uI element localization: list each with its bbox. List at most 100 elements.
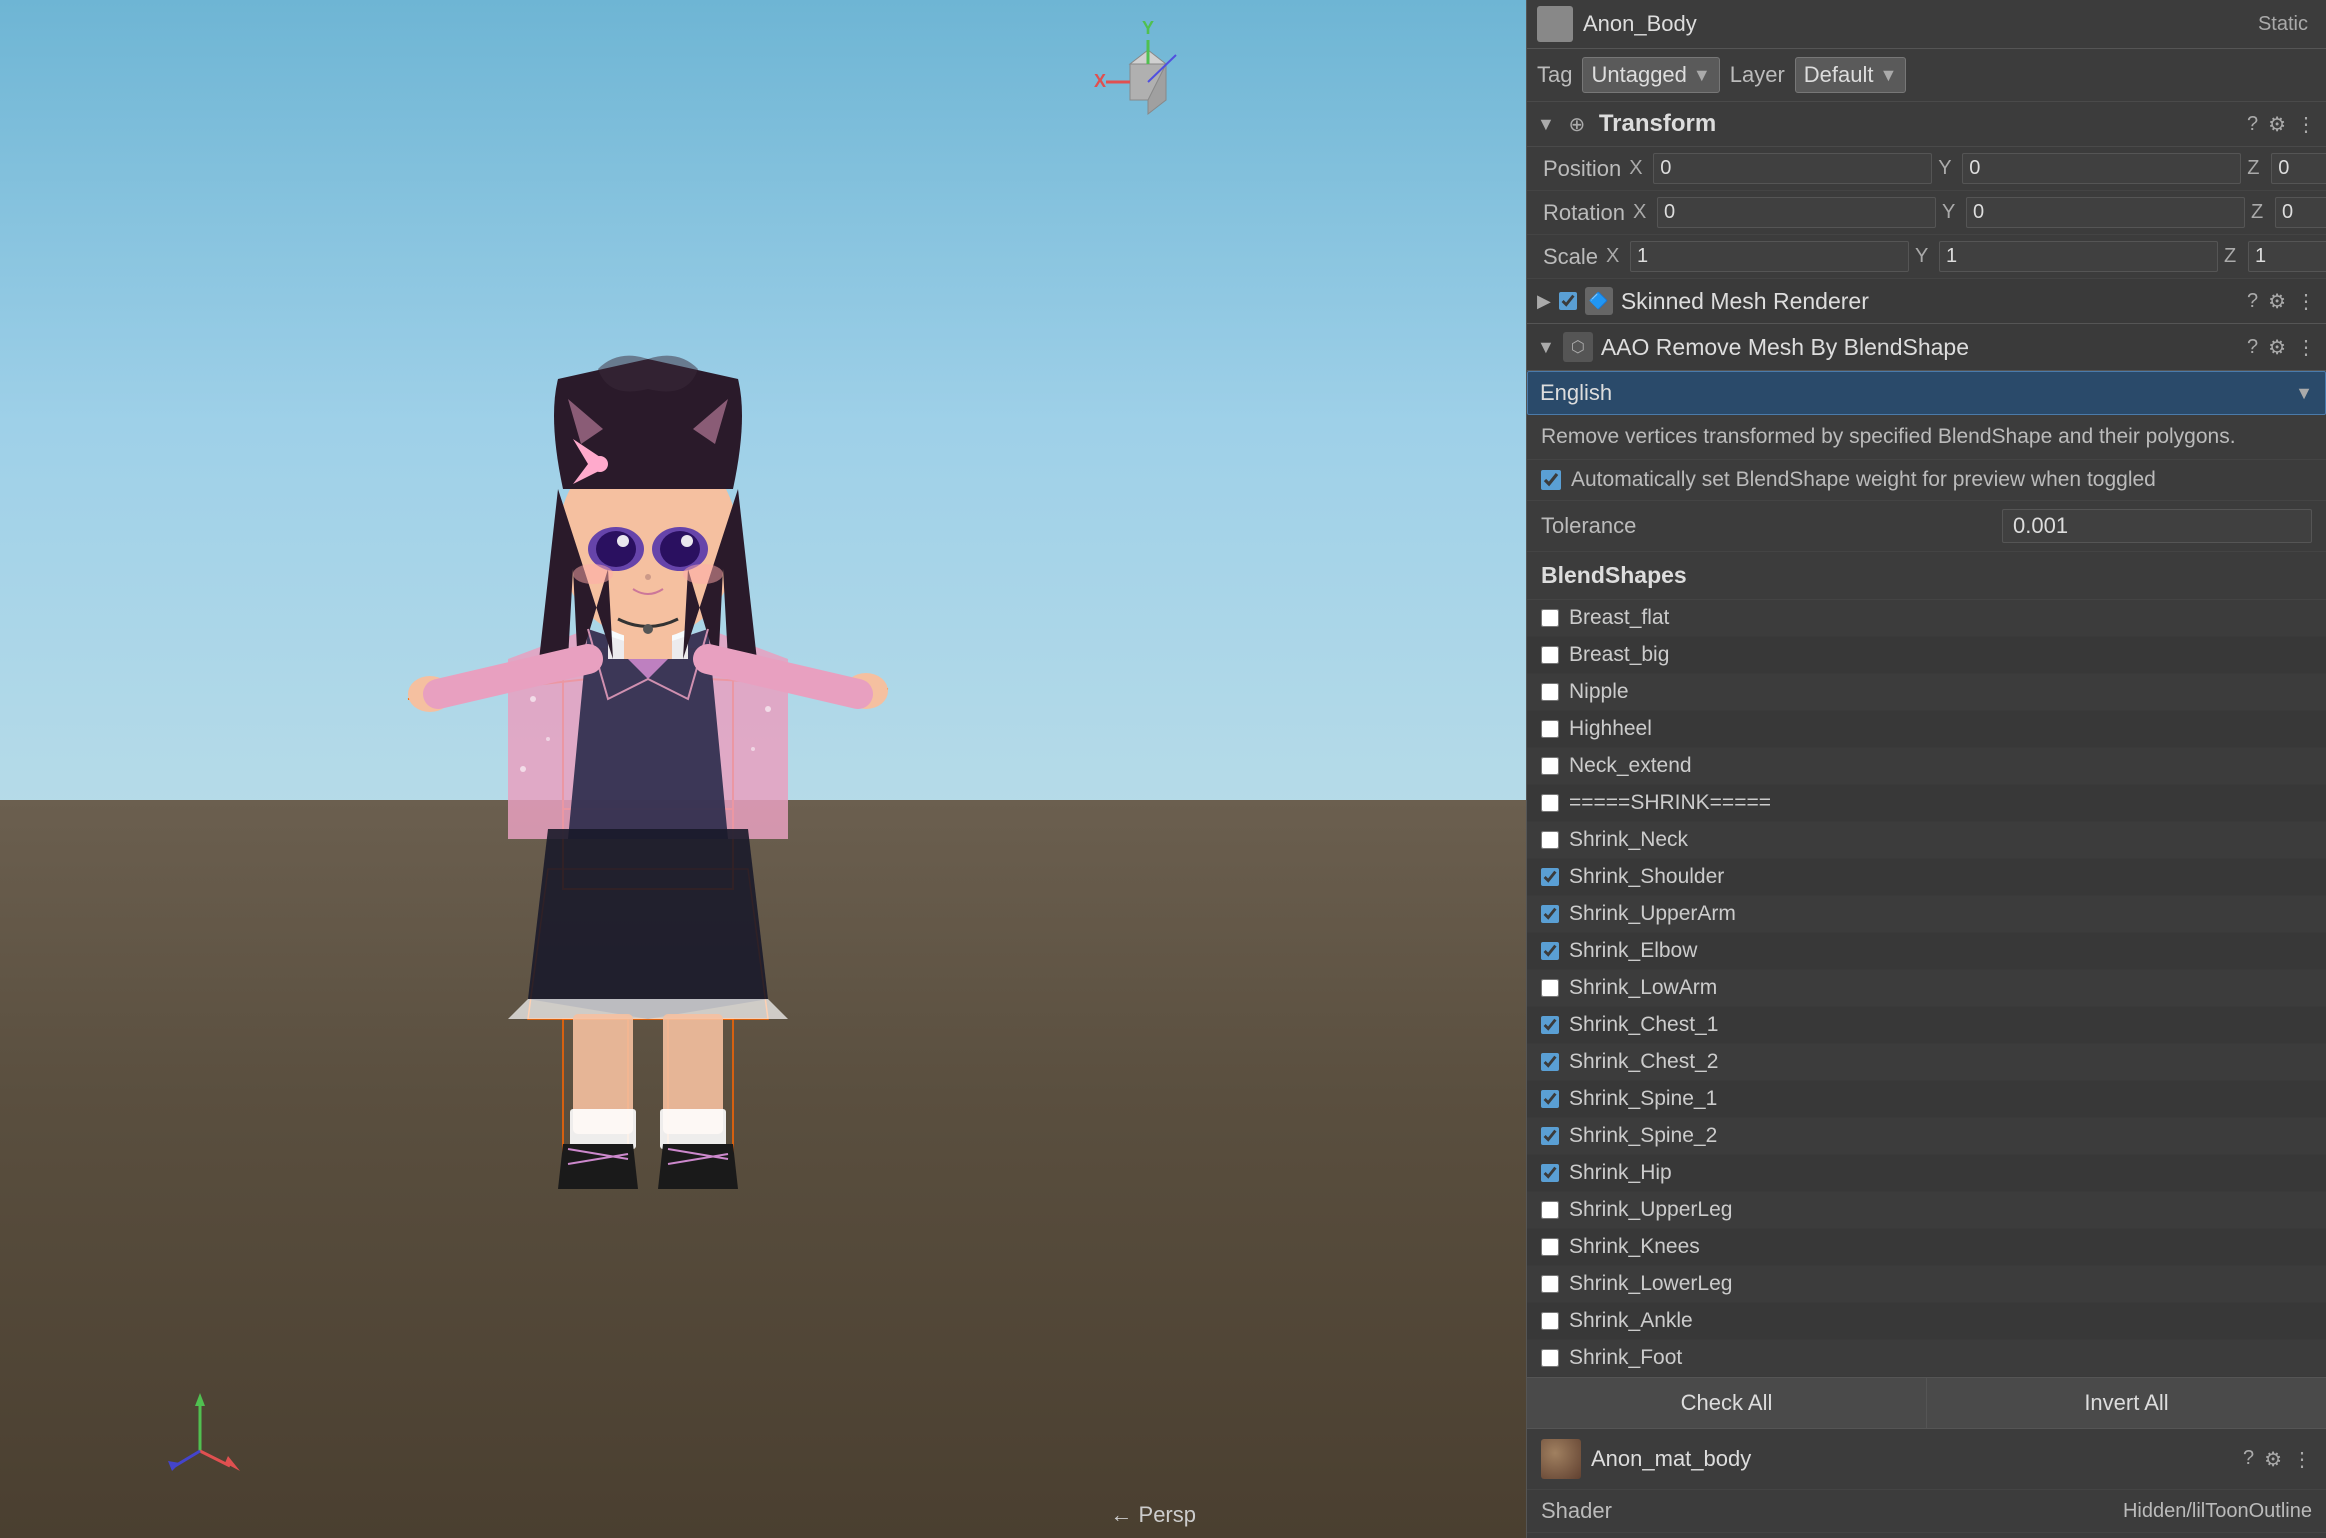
blendshape-checkbox-7[interactable] (1541, 868, 1559, 886)
gizmo[interactable]: X Y (1086, 20, 1206, 140)
blendshape-checkbox-1[interactable] (1541, 646, 1559, 664)
list-item: Shrink_UpperLeg (1527, 1192, 2326, 1229)
blendshape-checkbox-16[interactable] (1541, 1201, 1559, 1219)
language-dropdown-arrow: ▼ (2295, 383, 2313, 404)
list-item: Shrink_LowerLeg (1527, 1266, 2326, 1303)
list-item: Breast_flat (1527, 600, 2326, 637)
blendshape-checkbox-20[interactable] (1541, 1349, 1559, 1367)
list-item: Shrink_Hip (1527, 1155, 2326, 1192)
transform-settings-icon[interactable]: ⚙ (2268, 112, 2286, 137)
aao-arrow: ▼ (1537, 337, 1555, 358)
scale-row: Scale X Y Z (1527, 235, 2326, 279)
transform-menu-icon[interactable]: ⋮ (2296, 112, 2316, 137)
position-x-field: X (1629, 153, 1932, 184)
blendshape-checkbox-0[interactable] (1541, 609, 1559, 627)
list-item: Neck_extend (1527, 748, 2326, 785)
blendshape-label-11: Shrink_Chest_1 (1569, 1013, 1718, 1037)
rotation-y-field: Y (1942, 197, 2245, 228)
blendshape-checkbox-18[interactable] (1541, 1275, 1559, 1293)
transform-help-icon[interactable]: ? (2247, 113, 2258, 136)
blendshape-checkbox-5[interactable] (1541, 794, 1559, 812)
blendshape-label-10: Shrink_LowArm (1569, 976, 1717, 1000)
aao-menu-icon[interactable]: ⋮ (2296, 335, 2316, 360)
aao-settings-icon[interactable]: ⚙ (2268, 335, 2286, 360)
blendshape-checkbox-14[interactable] (1541, 1127, 1559, 1145)
action-buttons: Check All Invert All (1527, 1377, 2326, 1429)
blendshape-checkbox-6[interactable] (1541, 831, 1559, 849)
list-item: Highheel (1527, 711, 2326, 748)
material-menu-icon[interactable]: ⋮ (2292, 1447, 2312, 1472)
skinned-mesh-help-icon[interactable]: ? (2247, 290, 2258, 313)
blendshape-checkbox-13[interactable] (1541, 1090, 1559, 1108)
blendshape-checkbox-15[interactable] (1541, 1164, 1559, 1182)
rotation-x-input[interactable] (1657, 197, 1936, 228)
position-row: Position X Y Z (1527, 147, 2326, 191)
aao-help-icon[interactable]: ? (2247, 336, 2258, 359)
shader-value: Hidden/lilToonOutline (2123, 1500, 2312, 1523)
blendshape-label-4: Neck_extend (1569, 754, 1692, 778)
blendshapes-header: BlendShapes (1527, 552, 2326, 600)
rotation-row: Rotation X Y Z (1527, 191, 2326, 235)
scale-y-input[interactable] (1939, 241, 2218, 272)
list-item: Shrink_UpperArm (1527, 896, 2326, 933)
aao-header[interactable]: ▼ ⬡ AAO Remove Mesh By BlendShape ? ⚙ ⋮ (1527, 324, 2326, 371)
transform-section-header[interactable]: ▼ ⊕ Transform ? ⚙ ⋮ (1527, 102, 2326, 147)
auto-blend-checkbox[interactable] (1541, 470, 1561, 490)
tolerance-input[interactable] (2002, 509, 2312, 543)
skinned-mesh-header[interactable]: ▶ 🔷 Skinned Mesh Renderer ? ⚙ ⋮ (1527, 279, 2326, 324)
layer-dropdown[interactable]: Default ▼ (1795, 57, 1907, 93)
blendshape-label-6: Shrink_Neck (1569, 828, 1688, 852)
svg-text:X: X (1094, 71, 1106, 91)
language-dropdown[interactable]: English ▼ (1527, 371, 2326, 415)
blendshape-label-20: Shrink_Foot (1569, 1346, 1682, 1370)
position-x-label: X (1629, 157, 1649, 180)
list-item: Shrink_Knees (1527, 1229, 2326, 1266)
blendshape-label-16: Shrink_UpperLeg (1569, 1198, 1732, 1222)
list-item: Shrink_Spine_2 (1527, 1118, 2326, 1155)
material-help-icon[interactable]: ? (2243, 1447, 2254, 1472)
skinned-mesh-checkbox[interactable] (1559, 292, 1577, 310)
blendshape-checkbox-19[interactable] (1541, 1312, 1559, 1330)
rotation-z-input[interactable] (2275, 197, 2326, 228)
blendshape-checkbox-3[interactable] (1541, 720, 1559, 738)
static-badge: Static (2258, 13, 2308, 36)
skinned-mesh-menu-icon[interactable]: ⋮ (2296, 289, 2316, 314)
skinned-mesh-icon: 🔷 (1585, 287, 1613, 315)
list-item: Shrink_Foot (1527, 1340, 2326, 1377)
blendshape-checkbox-17[interactable] (1541, 1238, 1559, 1256)
blendshape-checkbox-12[interactable] (1541, 1053, 1559, 1071)
rotation-y-input[interactable] (1966, 197, 2245, 228)
rotation-x-label: X (1633, 201, 1653, 224)
blendshape-label-0: Breast_flat (1569, 606, 1669, 630)
transform-icons: ? ⚙ ⋮ (2247, 112, 2316, 137)
rotation-x-field: X (1633, 197, 1936, 228)
tag-dropdown[interactable]: Untagged ▼ (1582, 57, 1719, 93)
scale-x-input[interactable] (1630, 241, 1909, 272)
skinned-mesh-settings-icon[interactable]: ⚙ (2268, 289, 2286, 314)
blendshape-checkbox-9[interactable] (1541, 942, 1559, 960)
list-item: Shrink_LowArm (1527, 970, 2326, 1007)
material-settings-icon[interactable]: ⚙ (2264, 1447, 2282, 1472)
blendshape-checkbox-2[interactable] (1541, 683, 1559, 701)
blendshape-checkbox-8[interactable] (1541, 905, 1559, 923)
auto-blend-row: Automatically set BlendShape weight for … (1527, 460, 2326, 501)
invert-all-button[interactable]: Invert All (1927, 1378, 2326, 1428)
transform-title: Transform (1599, 110, 2239, 138)
list-item: Shrink_Shoulder (1527, 859, 2326, 896)
scale-z-input[interactable] (2248, 241, 2326, 272)
scale-z-field: Z (2224, 241, 2326, 272)
blendshape-label-15: Shrink_Hip (1569, 1161, 1672, 1185)
check-all-button[interactable]: Check All (1527, 1378, 1927, 1428)
position-z-input[interactable] (2271, 153, 2326, 184)
blendshape-checkbox-11[interactable] (1541, 1016, 1559, 1034)
position-x-input[interactable] (1653, 153, 1932, 184)
blendshape-label-17: Shrink_Knees (1569, 1235, 1700, 1259)
blendshape-label-1: Breast_big (1569, 643, 1669, 667)
blendshape-checkbox-4[interactable] (1541, 757, 1559, 775)
blendshape-checkbox-10[interactable] (1541, 979, 1559, 997)
position-y-input[interactable] (1962, 153, 2241, 184)
list-item: Shrink_Neck (1527, 822, 2326, 859)
position-z-field: Z (2247, 153, 2326, 184)
transform-arrow: ▼ (1537, 114, 1555, 135)
material-row: Anon_mat_body ? ⚙ ⋮ (1527, 1429, 2326, 1490)
